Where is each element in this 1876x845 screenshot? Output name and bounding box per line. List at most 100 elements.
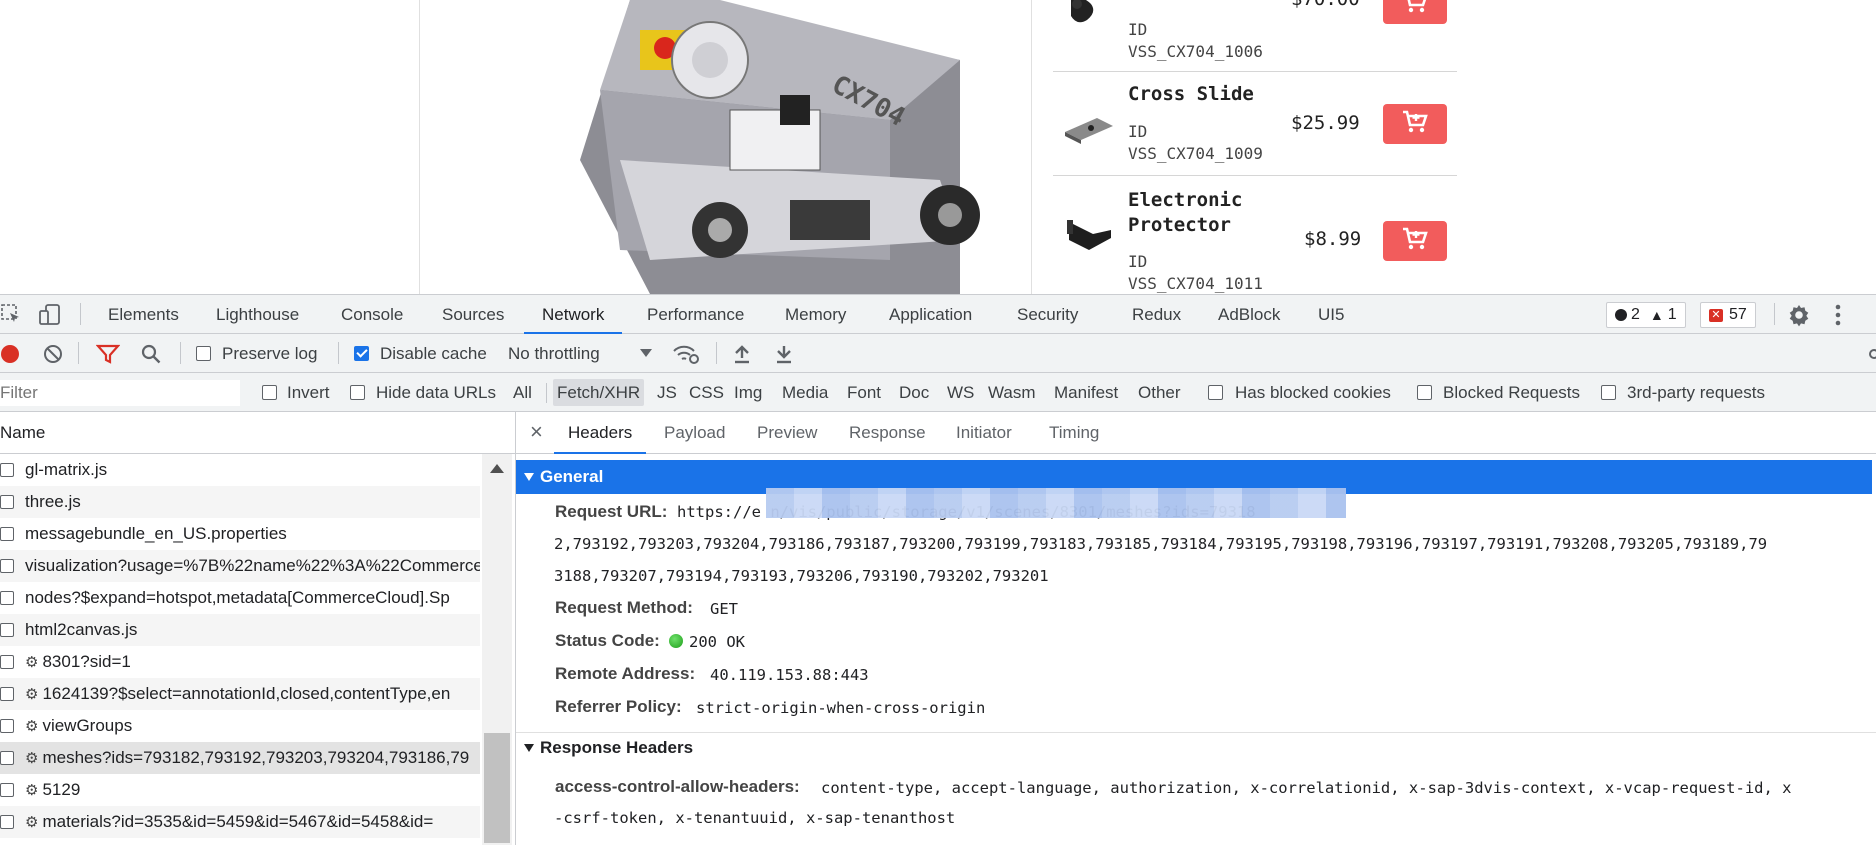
network-conditions-icon[interactable] (672, 342, 700, 366)
request-row[interactable]: visualization?usage=%7B%22name%22%3A%22C… (0, 550, 480, 582)
request-row[interactable]: ⚙ materials?id=3535&id=5459&id=5467&id=54… (0, 806, 480, 838)
filter-type-media[interactable]: Media (778, 379, 832, 406)
tab-adblock[interactable]: AdBlock (1218, 295, 1280, 334)
request-row[interactable]: html2canvas.js (0, 614, 480, 646)
xhr-gear-icon: ⚙ (25, 718, 39, 735)
record-icon[interactable] (0, 344, 20, 364)
request-row-checkbox[interactable] (0, 687, 14, 701)
add-to-cart-button[interactable] (1383, 221, 1447, 261)
filter-type-js[interactable]: JS (653, 379, 681, 406)
third-party-checkbox[interactable] (1601, 385, 1616, 400)
tab-redux[interactable]: Redux (1132, 295, 1181, 334)
tab-payload[interactable]: Payload (664, 412, 725, 454)
filter-type-manifest[interactable]: Manifest (1050, 379, 1122, 406)
xhr-gear-icon: ⚙ (25, 814, 39, 831)
scroll-up-icon[interactable] (490, 464, 504, 473)
invert-checkbox[interactable] (262, 385, 277, 400)
tab-timing[interactable]: Timing (1049, 412, 1099, 454)
request-row-checkbox[interactable] (0, 719, 14, 733)
tab-performance[interactable]: Performance (647, 295, 744, 334)
import-har-icon[interactable] (732, 343, 752, 365)
filter-type-img[interactable]: Img (730, 379, 766, 406)
request-row[interactable]: ⚙ viewGroups (0, 710, 480, 742)
response-headers-section-header[interactable]: Response Headers (524, 738, 693, 758)
column-name-header[interactable]: Name (0, 412, 45, 454)
filter-type-ws[interactable]: WS (943, 379, 978, 406)
filter-type-font[interactable]: Font (843, 379, 885, 406)
issues-icon: ✕ (1709, 308, 1723, 322)
section-divider (516, 732, 1876, 733)
xhr-gear-icon: ⚙ (25, 782, 39, 799)
filter-type-css[interactable]: CSS (685, 379, 728, 406)
tab-network[interactable]: Network (524, 295, 623, 334)
tab-initiator[interactable]: Initiator (956, 412, 1012, 454)
request-name: messagebundle_en_US.properties (25, 518, 287, 550)
status-ok-icon (669, 634, 683, 648)
request-url-line: 2,793192,793203,793204,793186,793187,793… (554, 535, 1768, 553)
filter-type-fetch-xhr[interactable]: Fetch/XHR (553, 379, 645, 406)
filter-type-all[interactable]: All (509, 379, 536, 406)
blocked-requests-checkbox[interactable] (1417, 385, 1432, 400)
request-row-checkbox[interactable] (0, 655, 14, 669)
filter-type-wasm[interactable]: Wasm (984, 379, 1040, 406)
request-row-checkbox[interactable] (0, 751, 14, 765)
tab-headers[interactable]: Headers (554, 412, 647, 454)
gear-icon[interactable] (1786, 302, 1812, 328)
tab-memory[interactable]: Memory (785, 295, 846, 334)
tab-preview[interactable]: Preview (757, 412, 817, 454)
request-row[interactable]: ⚙ meshes?ids=793182,793192,793203,793204,… (0, 742, 480, 774)
filter-type-doc[interactable]: Doc (895, 379, 933, 406)
add-to-cart-button[interactable] (1383, 104, 1447, 144)
devtools-tabbar: Elements Lighthouse Console Sources Netw… (0, 295, 1876, 334)
request-row-checkbox[interactable] (0, 527, 14, 541)
disable-cache-checkbox[interactable] (354, 346, 369, 361)
issues-count: 57 (1729, 306, 1747, 323)
product-thumbnail (1071, 0, 1094, 23)
search-icon[interactable] (140, 343, 162, 365)
throttling-select[interactable]: No throttling (504, 334, 654, 373)
has-blocked-cookies-checkbox[interactable] (1208, 385, 1223, 400)
tab-elements[interactable]: Elements (108, 295, 179, 334)
device-toolbar-icon[interactable] (38, 303, 62, 327)
filter-type-other[interactable]: Other (1134, 379, 1185, 406)
more-options-icon[interactable] (1828, 302, 1848, 328)
request-row-checkbox[interactable] (0, 463, 14, 477)
request-row-checkbox[interactable] (0, 559, 14, 573)
request-row[interactable]: gl-matrix.js (0, 454, 480, 486)
inspect-element-icon[interactable] (0, 303, 22, 325)
request-row[interactable]: messagebundle_en_US.properties (0, 518, 480, 550)
preserve-log-checkbox[interactable] (196, 346, 211, 361)
request-name-text: messagebundle_en_US.properties (25, 524, 287, 543)
export-har-icon[interactable] (774, 343, 794, 365)
tab-response[interactable]: Response (849, 412, 926, 454)
tab-security[interactable]: Security (1017, 295, 1078, 334)
tab-console[interactable]: Console (341, 295, 403, 334)
more-tools-icon[interactable] (1868, 343, 1876, 365)
referrer-policy-value: strict-origin-when-cross-origin (696, 699, 986, 717)
request-row-checkbox[interactable] (0, 495, 14, 509)
request-row-checkbox[interactable] (0, 783, 14, 797)
close-detail-icon[interactable]: × (530, 412, 543, 454)
add-to-cart-button[interactable] (1383, 0, 1447, 24)
request-row[interactable]: three.js (0, 486, 480, 518)
lathe-product-image: CX704 (580, 0, 980, 294)
tab-ui5[interactable]: UI5 (1318, 295, 1344, 334)
console-counts[interactable]: 2 ▲ 1 (1606, 302, 1686, 328)
tab-application[interactable]: Application (889, 295, 972, 334)
request-row-checkbox[interactable] (0, 591, 14, 605)
request-row[interactable]: ⚙ 8301?sid=1 (0, 646, 480, 678)
tab-lighthouse[interactable]: Lighthouse (216, 295, 299, 334)
hide-data-urls-checkbox[interactable] (350, 385, 365, 400)
clear-icon[interactable] (42, 343, 64, 365)
separator (180, 342, 181, 364)
filter-input[interactable] (0, 380, 240, 406)
filter-icon[interactable] (96, 343, 120, 365)
issues-badge[interactable]: ✕ 57 (1700, 302, 1756, 328)
scrollbar-thumb[interactable] (484, 733, 510, 843)
request-row[interactable]: nodes?$expand=hotspot,metadata[CommerceC… (0, 582, 480, 614)
request-row-checkbox[interactable] (0, 815, 14, 829)
request-row[interactable]: ⚙ 5129 (0, 774, 480, 806)
request-row-checkbox[interactable] (0, 623, 14, 637)
request-row[interactable]: ⚙ 1624139?$select=annotationId,closed,con… (0, 678, 480, 710)
tab-sources[interactable]: Sources (442, 295, 504, 334)
